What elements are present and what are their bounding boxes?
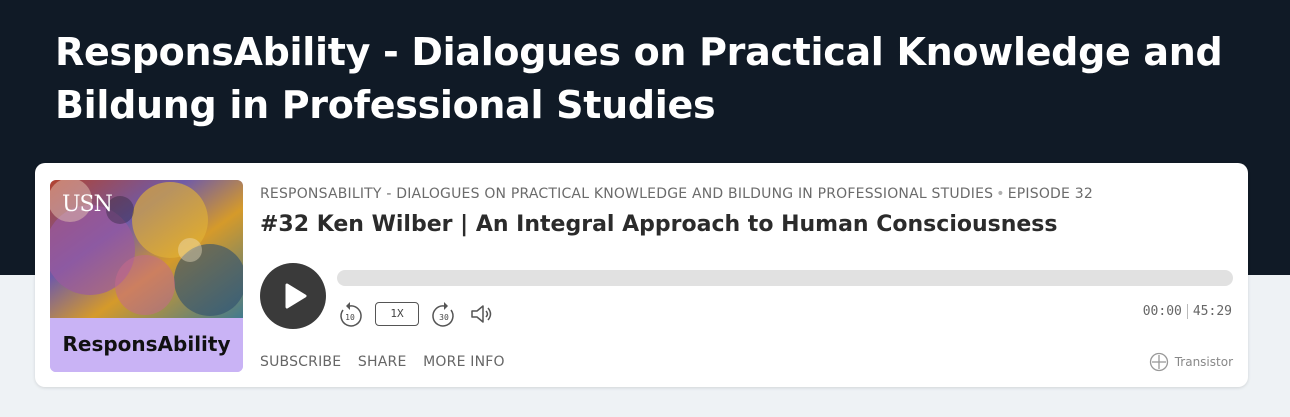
- skip-back-10-icon: 10: [340, 302, 362, 327]
- episode-number: EPISODE 32: [1007, 186, 1093, 202]
- time-divider: [1186, 304, 1188, 319]
- subscribe-link[interactable]: SUBSCRIBE: [260, 354, 341, 370]
- transistor-logo-icon: [1149, 352, 1168, 372]
- episode-artwork: USN ResponsAbility: [50, 180, 243, 372]
- skip-back-label: 10: [345, 313, 355, 322]
- player-links: SUBSCRIBE SHARE MORE INFO: [260, 354, 517, 370]
- usn-logo: USN: [62, 192, 113, 217]
- skip-forward-label: 30: [439, 313, 449, 322]
- more-info-link[interactable]: MORE INFO: [423, 354, 505, 370]
- transistor-brand-link[interactable]: Transistor: [1149, 352, 1233, 372]
- progress-bar[interactable]: [337, 270, 1233, 286]
- meta-separator: •: [996, 186, 1005, 202]
- play-button[interactable]: [260, 263, 326, 329]
- episode-meta: RESPONSABILITY - DIALOGUES ON PRACTICAL …: [260, 186, 1093, 202]
- artwork-title: ResponsAbility: [62, 332, 231, 356]
- volume-button[interactable]: [469, 302, 495, 330]
- duration: 45:29: [1192, 304, 1232, 319]
- podcast-player: USN ResponsAbility RESPONSABILITY - DIAL…: [35, 163, 1248, 387]
- skip-back-button[interactable]: 10: [337, 300, 363, 332]
- time-display: 00:00 45:29: [1143, 304, 1232, 319]
- share-link[interactable]: SHARE: [358, 354, 407, 370]
- playback-speed-button[interactable]: 1X: [375, 302, 419, 326]
- skip-forward-30-icon: 30: [432, 302, 454, 327]
- brand-label: Transistor: [1174, 355, 1233, 369]
- volume-icon: [471, 305, 492, 323]
- episode-title[interactable]: #32 Ken Wilber | An Integral Approach to…: [260, 212, 1058, 237]
- show-name[interactable]: RESPONSABILITY - DIALOGUES ON PRACTICAL …: [260, 186, 993, 202]
- page-title: ResponsAbility - Dialogues on Practical …: [55, 30, 1223, 127]
- skip-forward-button[interactable]: 30: [431, 300, 457, 332]
- current-time: 00:00: [1142, 304, 1182, 319]
- play-icon: [285, 283, 307, 309]
